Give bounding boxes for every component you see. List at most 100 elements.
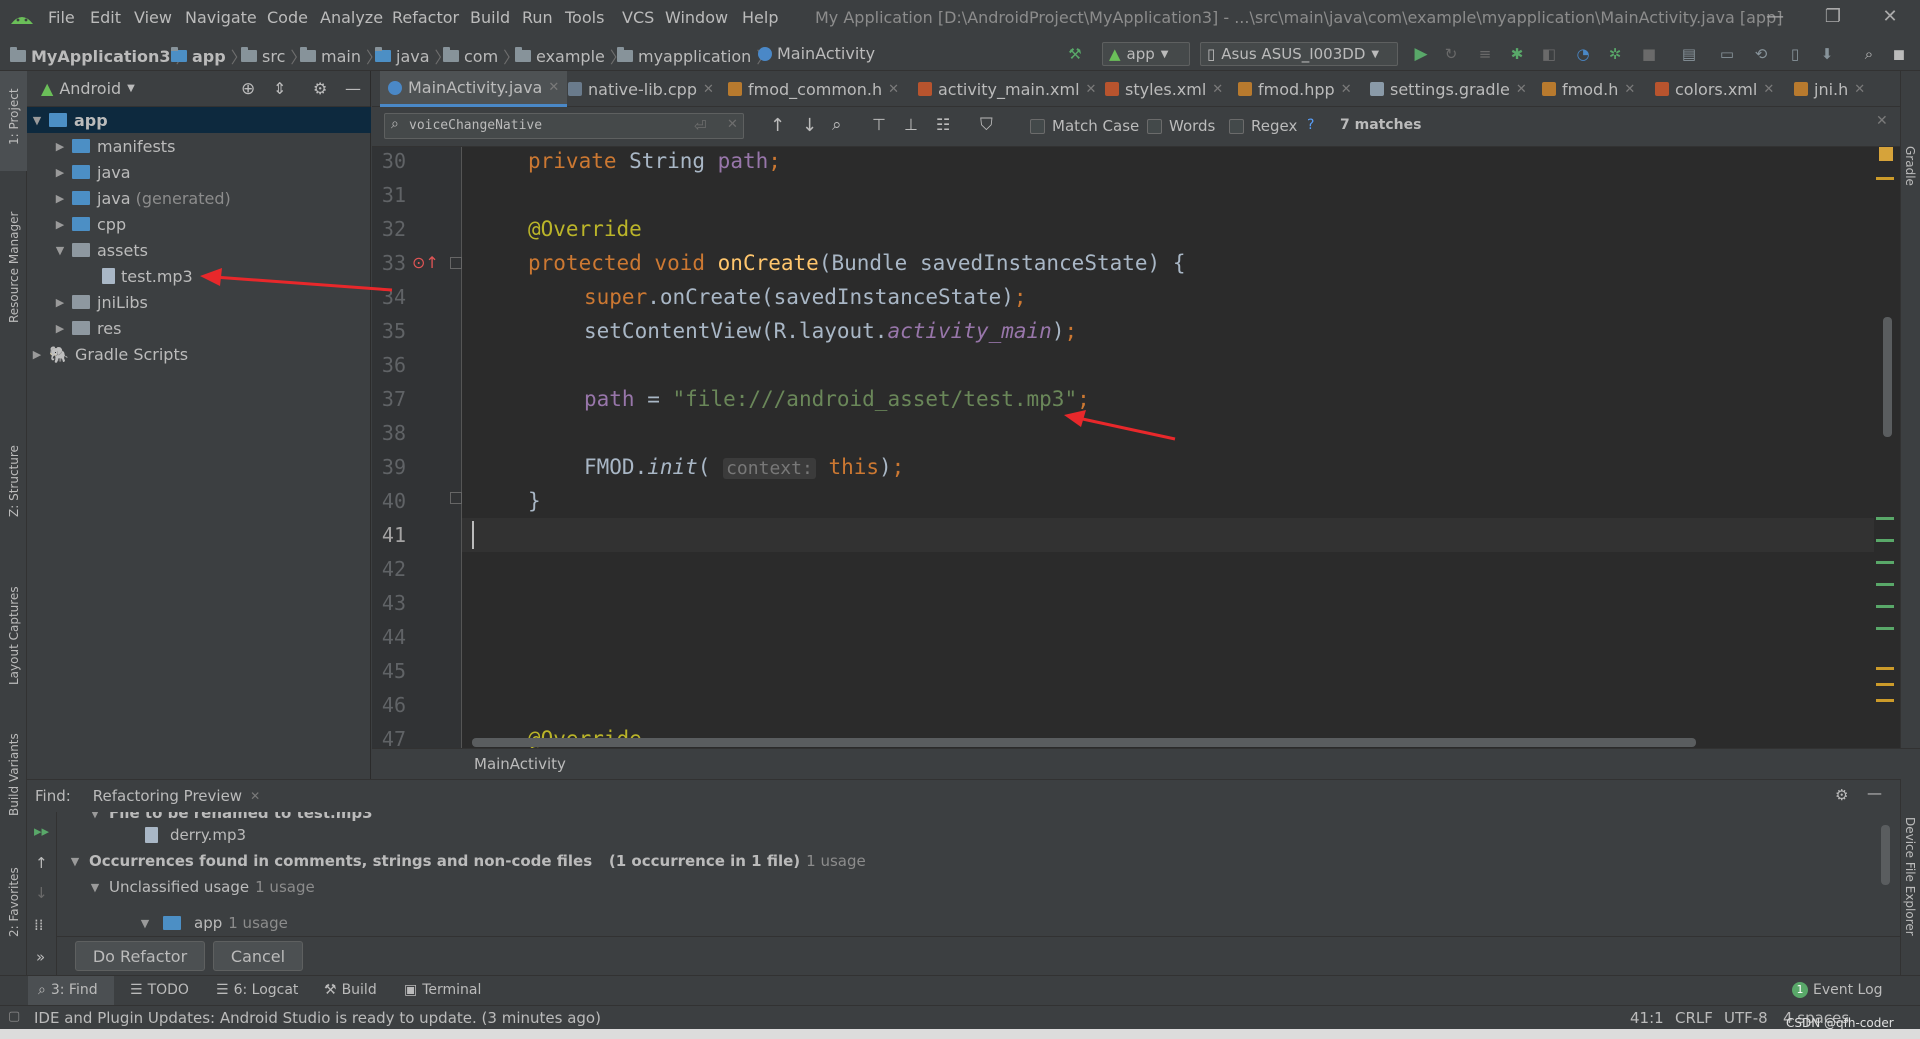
debug-icon[interactable]: ✱ (1508, 45, 1526, 63)
run-config-select[interactable]: ▲ app ▼ (1102, 42, 1190, 66)
tool-tab-terminal[interactable]: ▣ Terminal (404, 982, 481, 998)
next-occurrence-icon[interactable]: ↓ (35, 884, 48, 902)
override-marker-icon[interactable]: ⊙↑ (412, 253, 439, 272)
chevron-down-icon[interactable]: ▼ (127, 83, 135, 94)
do-refactor-button[interactable]: Do Refactor (75, 941, 205, 971)
tool-tab-todo[interactable]: ☰ TODO (130, 982, 189, 998)
breadcrumb-project[interactable]: MyApplication3〉 (10, 44, 192, 68)
warning-marker[interactable] (1876, 699, 1894, 702)
gear-icon[interactable]: ⚙ (313, 79, 327, 98)
more-icon[interactable]: » (36, 948, 45, 966)
tool-tab-event-log[interactable]: 1 Event Log (1792, 982, 1883, 998)
device-select[interactable]: ▯ Asus ASUS_I003DD ▼ (1200, 42, 1398, 66)
device-manager-icon[interactable]: ▯ (1786, 45, 1804, 63)
close-tab-icon[interactable]: ✕ (888, 82, 899, 97)
line-separator[interactable]: CRLF (1675, 1009, 1713, 1027)
regex-checkbox[interactable]: Regex (1229, 117, 1297, 135)
menu-window[interactable]: Window (665, 8, 728, 27)
tool-tab-build[interactable]: ⚒ Build (324, 982, 377, 998)
close-tab-icon[interactable]: ✕ (1763, 82, 1774, 97)
status-message[interactable]: IDE and Plugin Updates: Android Studio i… (34, 1009, 601, 1027)
breadcrumb-com[interactable]: com 〉 (443, 44, 519, 68)
menu-tools[interactable]: Tools (565, 8, 604, 27)
search-match-marker[interactable] (1876, 561, 1894, 564)
close-tab-icon[interactable]: ✕ (1854, 82, 1865, 97)
user-icon[interactable]: ◼ (1890, 45, 1908, 63)
tool-tab-favorites[interactable]: 2: Favorites (7, 867, 21, 937)
attach-debugger-icon[interactable]: ✲ (1606, 45, 1624, 63)
close-tab-icon[interactable]: ✕ (1624, 82, 1635, 97)
close-tab-icon[interactable]: ✕ (1341, 82, 1352, 97)
close-tab-icon[interactable]: ✕ (703, 82, 714, 97)
previous-occurrence-icon[interactable]: ↑ (770, 115, 785, 136)
inspection-status-icon[interactable] (1879, 147, 1893, 161)
close-tab-icon[interactable]: ✕ (1516, 82, 1527, 97)
apply-changes-icon[interactable]: ≡ (1476, 45, 1494, 63)
tree-item-res[interactable]: ▶ res (27, 315, 122, 341)
rerun-icon[interactable]: ↻ (1442, 45, 1460, 63)
collapse-arrow-icon[interactable]: ▶ (52, 296, 68, 309)
clear-search-icon[interactable]: ✕ (727, 117, 738, 132)
stop-icon[interactable]: ■ (1640, 45, 1658, 63)
avd-manager-icon[interactable]: ▭ (1718, 45, 1736, 63)
tab-jni-h[interactable]: jni.h ✕ (1794, 71, 1865, 107)
breadcrumb-java[interactable]: java〉 (375, 44, 451, 68)
breadcrumb-example[interactable]: example〉 (515, 44, 626, 68)
file-encoding[interactable]: UTF-8 (1724, 1009, 1768, 1027)
regex-help-link[interactable]: ? (1307, 117, 1314, 133)
menu-file[interactable]: File (48, 8, 75, 27)
caret-position[interactable]: 41:1 (1630, 1009, 1664, 1027)
checkbox-box[interactable] (1030, 118, 1045, 134)
search-match-marker[interactable] (1876, 583, 1894, 586)
tab-fmod-h[interactable]: fmod.h ✕ (1542, 71, 1635, 107)
tree-item-gradle-scripts[interactable]: ▶ 🐘 Gradle Scripts (27, 341, 188, 367)
expand-arrow-icon[interactable]: ▼ (137, 917, 153, 930)
code-editor[interactable]: private String path; @Override protected… (462, 147, 1882, 748)
search-match-marker[interactable] (1876, 605, 1894, 608)
breadcrumb-myapplication[interactable]: myapplication〉 (617, 44, 772, 68)
search-everywhere-icon[interactable]: ⌕ (1860, 45, 1878, 63)
tab-refactoring-preview[interactable]: Refactoring Preview ✕ (93, 787, 260, 805)
file-rename-row[interactable]: ▼ File to be renamed to test.mp3 (87, 812, 373, 822)
warning-marker[interactable] (1876, 667, 1894, 670)
search-match-marker[interactable] (1876, 517, 1894, 520)
search-match-marker[interactable] (1876, 627, 1894, 630)
tab-mainactivity-java[interactable]: MainActivity.java ✕ (380, 71, 568, 107)
app-usage-row[interactable]: ▼ app 1 usage (137, 914, 288, 932)
close-tab-icon[interactable]: ✕ (548, 80, 559, 95)
expand-arrow-icon[interactable]: ▼ (52, 244, 68, 257)
tool-tab-device-file-explorer[interactable]: Device File Explorer (1903, 817, 1917, 936)
words-checkbox[interactable]: Words (1147, 117, 1215, 135)
breadcrumb-main[interactable]: main 〉 (300, 44, 382, 68)
sync-gradle-icon[interactable]: ⟲ (1752, 45, 1770, 63)
project-structure-icon[interactable]: ▤ (1680, 45, 1698, 63)
tool-tab-find[interactable]: ⌕ 3: Find (38, 982, 98, 998)
tool-tab-project[interactable]: 1: Project (7, 88, 21, 145)
coverage-icon[interactable]: ◧ (1540, 45, 1558, 63)
close-tab-icon[interactable]: ✕ (1086, 82, 1097, 97)
expand-arrow-icon[interactable]: ▼ (29, 114, 45, 127)
tree-item-assets[interactable]: ▼ assets (27, 237, 148, 263)
close-search-icon[interactable]: ✕ (1876, 113, 1888, 129)
tree-item-java[interactable]: ▶ java (27, 159, 131, 185)
gear-icon[interactable]: ⚙ (1835, 786, 1848, 804)
tool-tab-gradle[interactable]: Gradle (1903, 146, 1917, 186)
hide-panel-icon[interactable]: — (345, 79, 361, 98)
unclassified-usage-row[interactable]: ▼ Unclassified usage 1 usage (87, 878, 315, 896)
search-input[interactable]: voiceChangeNative (384, 113, 744, 139)
minimize-icon[interactable]: — (1760, 6, 1790, 30)
hide-panel-icon[interactable]: — (1867, 784, 1882, 802)
cancel-button[interactable]: Cancel (213, 941, 303, 971)
tree-item-java-generated[interactable]: ▶ java (generated) (27, 185, 231, 211)
menu-edit[interactable]: Edit (90, 8, 121, 27)
search-match-marker[interactable] (1876, 539, 1894, 542)
menu-refactor[interactable]: Refactor (392, 8, 459, 27)
group-by-icon[interactable]: ⁞⁞ (34, 916, 44, 934)
project-view-selector[interactable]: Android (59, 79, 121, 98)
tool-tab-resource-manager[interactable]: Resource Manager (7, 212, 21, 323)
collapse-arrow-icon[interactable]: ▶ (52, 166, 68, 179)
breadcrumb-src[interactable]: src 〉 (241, 44, 306, 68)
menu-build[interactable]: Build (470, 8, 510, 27)
usage-row-derry[interactable]: derry.mp3 (139, 826, 246, 844)
close-tab-icon[interactable]: ✕ (1212, 82, 1223, 97)
